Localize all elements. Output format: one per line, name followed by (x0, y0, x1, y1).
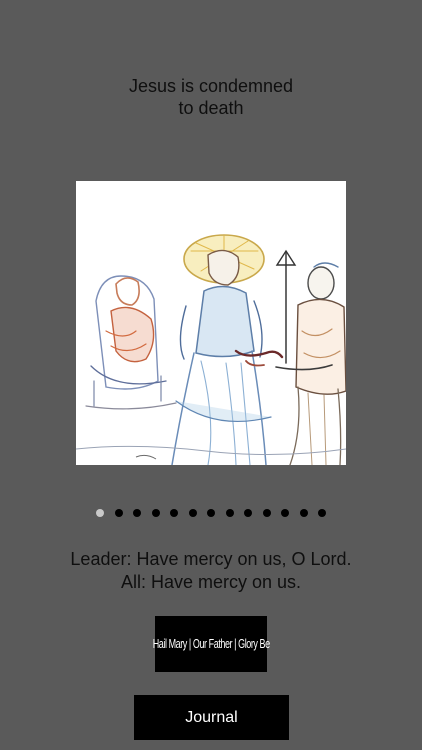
page-dot[interactable] (133, 509, 141, 517)
page-dot[interactable] (244, 509, 252, 517)
sketch-drawing (76, 234, 346, 465)
page-dot[interactable] (170, 509, 178, 517)
prayers-button[interactable]: Hail Mary | Our Father | Glory Be (152, 616, 270, 672)
page-dot-active[interactable] (96, 509, 104, 517)
page-dot[interactable] (225, 509, 234, 517)
page-dot[interactable] (262, 509, 271, 517)
page-dot[interactable] (299, 509, 308, 517)
page-dot[interactable] (318, 509, 326, 517)
journal-button[interactable]: Journal (134, 695, 289, 740)
leader-line: Leader: Have mercy on us, O Lord. (70, 549, 352, 569)
station-title: Jesus is condemned to death (0, 75, 422, 119)
page-dot[interactable] (207, 509, 215, 517)
prayers-button-label: Hail Mary | Our Father | Glory Be (152, 637, 270, 651)
station-title-line-2: to death (178, 98, 244, 118)
page-dot[interactable] (188, 509, 197, 517)
journal-button-label: Journal (185, 708, 238, 726)
page-dot[interactable] (281, 509, 289, 517)
page-dot[interactable] (151, 509, 160, 517)
station-title-line-1: Jesus is condemned (128, 76, 294, 96)
prayer-text: Leader: Have mercy on us, O Lord. All: H… (0, 548, 422, 594)
station-artwork-image[interactable] (76, 181, 346, 465)
page-dot[interactable] (114, 509, 123, 517)
all-line: All: Have mercy on us. (120, 572, 302, 592)
page-indicator[interactable] (0, 509, 422, 517)
